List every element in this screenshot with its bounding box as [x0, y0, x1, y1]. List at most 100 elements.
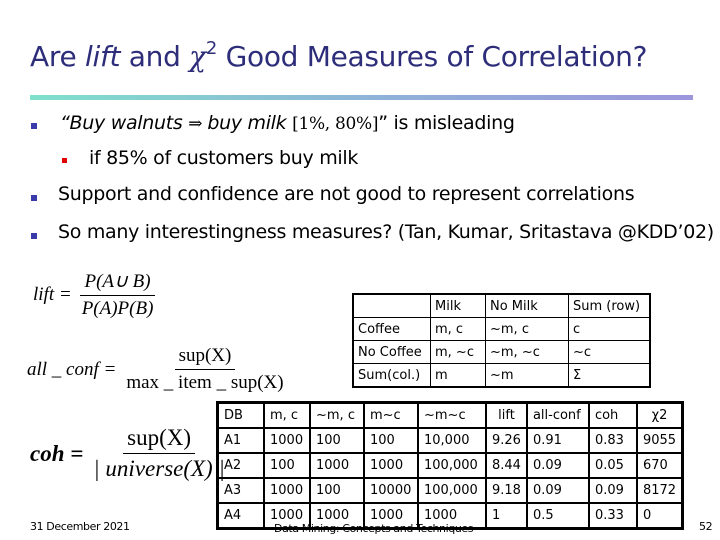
- table-cell: 1000: [363, 452, 419, 479]
- table-cell: 100,000: [417, 477, 487, 504]
- table-row: No Coffee m, ~c ~m, ~c ~c: [352, 340, 651, 364]
- table-cell: 100,000: [417, 452, 487, 479]
- table-header-cell: χ2: [635, 401, 684, 429]
- table-cell: m, c: [430, 317, 486, 341]
- bullet-square-icon: [31, 233, 37, 239]
- table-cell: A2: [216, 452, 265, 479]
- page-number: 52: [699, 520, 713, 533]
- coherence-formula: coh = sup(X) | universe(X) |: [30, 425, 229, 482]
- table-row: A3 1000 100 10000 100,000 9.18 0.09 0.09…: [216, 477, 684, 504]
- table-cell: m, ~c: [430, 340, 486, 364]
- table-header-cell: ~m, c: [309, 401, 365, 429]
- table-row: A1 1000 100 100 10,000 9.26 0.91 0.83 90…: [216, 427, 684, 454]
- table-header-cell: lift: [485, 401, 528, 429]
- table-cell: Coffee: [352, 317, 431, 341]
- slide-title: Are lift and χ2 Good Measures of Correla…: [30, 38, 647, 73]
- bullet-text: “Buy walnuts: [60, 112, 189, 134]
- table-cell: 0.09: [525, 452, 590, 479]
- table-cell: 1000: [309, 452, 365, 479]
- table-header-cell: DB: [216, 401, 265, 429]
- table-cell: A3: [216, 477, 265, 504]
- title-superscript: 2: [205, 38, 217, 59]
- table-cell: 10000: [363, 477, 419, 504]
- table-header-cell: Sum (row): [568, 293, 651, 318]
- table-cell: 1000: [263, 477, 311, 504]
- table-cell: 1000: [263, 427, 311, 454]
- table-cell: No Coffee: [352, 340, 431, 364]
- title-text: Are: [30, 40, 85, 73]
- table-header-cell: m, c: [263, 401, 311, 429]
- footer-date: 31 December 2021: [30, 520, 130, 533]
- numerator: P(A∪ B): [80, 270, 155, 296]
- denominator: | universe(X) |: [93, 456, 225, 481]
- table-cell: Σ: [568, 363, 651, 388]
- bullet-text: buy milk: [207, 112, 293, 134]
- table-header-cell: No Milk: [485, 293, 569, 318]
- table-row: Sum(col.) m ~m Σ: [352, 363, 651, 388]
- bullet-support-confidence-text: Support and confidence are not good to r…: [58, 183, 635, 205]
- table-cell: 10,000: [417, 427, 487, 454]
- fraction: sup(X) max _ item _ sup(X): [122, 345, 287, 394]
- numerator: sup(X): [123, 425, 196, 454]
- title-chi: χ: [189, 40, 206, 73]
- table-header-cell: ~m~c: [417, 401, 487, 429]
- formula-lhs: lift =: [33, 284, 72, 305]
- table-cell: 9.18: [485, 477, 528, 504]
- sub-bullet-85-percent: if 85% of customers buy milk: [89, 147, 359, 169]
- table-cell: 100: [309, 477, 365, 504]
- title-text: Good Measures of Correlation?: [217, 40, 648, 73]
- table-cell: 100: [263, 452, 311, 479]
- table-cell: 0: [635, 502, 684, 530]
- bullet-support-confidence: [1%, 80%]: [292, 114, 379, 134]
- table-header-cell: [352, 293, 431, 318]
- fraction: P(A∪ B) P(A)P(B): [78, 270, 158, 320]
- bullet-square-icon: [31, 195, 37, 201]
- bullet-interestingness: So many interestingness measures? (Tan, …: [58, 221, 714, 243]
- table-cell: 8172: [635, 477, 684, 504]
- datasets-table: DB m, c ~m, c m~c ~m~c lift all-conf coh…: [216, 401, 685, 530]
- table-cell: 100: [309, 427, 365, 454]
- table-cell: 0.91: [525, 427, 590, 454]
- all-conf-formula: all _ conf = sup(X) max _ item _ sup(X): [27, 345, 288, 394]
- table-cell: 0.33: [587, 502, 638, 530]
- table-header-cell: Milk: [430, 293, 486, 318]
- table-cell: A1: [216, 427, 265, 454]
- table-cell: 670: [635, 452, 684, 479]
- table-cell: 9.26: [485, 427, 528, 454]
- lift-formula: lift = P(A∪ B) P(A)P(B): [33, 270, 157, 320]
- table-cell: 1: [485, 502, 528, 530]
- table-header-cell: m~c: [363, 401, 419, 429]
- table-cell: m: [430, 363, 486, 388]
- table-cell: 100: [363, 427, 419, 454]
- table-cell: ~m, c: [485, 317, 569, 341]
- footer-title: Data Mining: Concepts and Techniques: [274, 522, 474, 535]
- table-header-row: DB m, c ~m, c m~c ~m~c lift all-conf coh…: [216, 401, 684, 429]
- bullet-text: ” is misleading: [378, 112, 515, 134]
- table-cell: c: [568, 317, 651, 341]
- table-header-cell: all-conf: [525, 401, 590, 429]
- contingency-table: Milk No Milk Sum (row) Coffee m, c ~m, c…: [352, 293, 651, 388]
- table-header-row: Milk No Milk Sum (row): [352, 293, 651, 318]
- title-divider: [30, 95, 693, 100]
- table-row: A2 100 1000 1000 100,000 8.44 0.09 0.05 …: [216, 452, 684, 479]
- table-cell: A4: [216, 502, 265, 530]
- table-header-cell: coh: [587, 401, 638, 429]
- formula-lhs: coh =: [30, 440, 84, 466]
- table-cell: 0.09: [525, 477, 590, 504]
- table-cell: 0.05: [587, 452, 638, 479]
- table-cell: 0.5: [525, 502, 590, 530]
- denominator: max _ item _ sup(X): [126, 372, 284, 393]
- table-cell: 8.44: [485, 452, 528, 479]
- numerator: sup(X): [174, 345, 236, 370]
- title-text: and: [120, 40, 190, 73]
- table-cell: ~m: [485, 363, 569, 388]
- table-cell: 0.09: [587, 477, 638, 504]
- fraction: sup(X) | universe(X) |: [89, 425, 228, 482]
- bullet-square-icon: [31, 123, 37, 129]
- sub-bullet-square-icon: [62, 158, 67, 163]
- table-row: Coffee m, c ~m, c c: [352, 317, 651, 341]
- table-cell: ~c: [568, 340, 651, 364]
- table-cell: 0.83: [587, 427, 638, 454]
- table-cell: Sum(col.): [352, 363, 431, 388]
- formula-lhs: all _ conf =: [27, 358, 117, 380]
